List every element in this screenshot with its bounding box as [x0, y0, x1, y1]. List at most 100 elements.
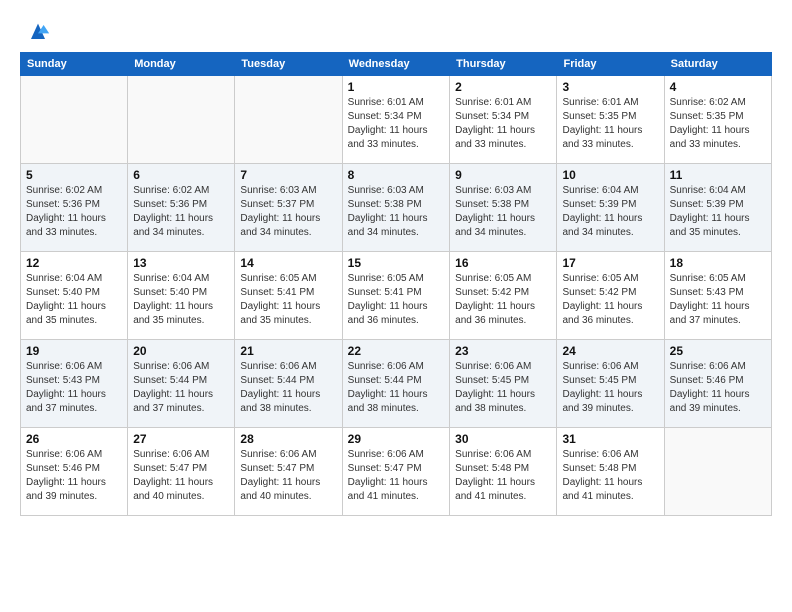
calendar-day-cell: 20 Sunrise: 6:06 AMSunset: 5:44 PMDayligh…: [128, 340, 235, 428]
weekday-header-sunday: Sunday: [21, 53, 128, 76]
calendar-day-cell: 9 Sunrise: 6:03 AMSunset: 5:38 PMDaylight…: [450, 164, 557, 252]
day-info: Sunrise: 6:06 AMSunset: 5:43 PMDaylight:…: [26, 360, 122, 416]
weekday-header-friday: Friday: [557, 53, 664, 76]
calendar-day-cell: [664, 428, 771, 516]
day-info: Sunrise: 6:04 AMSunset: 5:40 PMDaylight:…: [26, 272, 122, 328]
day-number: 14: [240, 256, 336, 270]
day-info: Sunrise: 6:06 AMSunset: 5:48 PMDaylight:…: [562, 448, 658, 504]
calendar-day-cell: [235, 76, 342, 164]
weekday-header-wednesday: Wednesday: [342, 53, 450, 76]
logo: [20, 18, 52, 46]
day-number: 27: [133, 432, 229, 446]
day-number: 3: [562, 80, 658, 94]
calendar-day-cell: 12 Sunrise: 6:04 AMSunset: 5:40 PMDayligh…: [21, 252, 128, 340]
day-info: Sunrise: 6:06 AMSunset: 5:46 PMDaylight:…: [26, 448, 122, 504]
day-info: Sunrise: 6:06 AMSunset: 5:47 PMDaylight:…: [133, 448, 229, 504]
day-info: Sunrise: 6:06 AMSunset: 5:44 PMDaylight:…: [348, 360, 445, 416]
calendar-day-cell: 30 Sunrise: 6:06 AMSunset: 5:48 PMDayligh…: [450, 428, 557, 516]
calendar-day-cell: 31 Sunrise: 6:06 AMSunset: 5:48 PMDayligh…: [557, 428, 664, 516]
day-number: 5: [26, 168, 122, 182]
weekday-header-monday: Monday: [128, 53, 235, 76]
calendar-day-cell: 28Sunrise: 6:06 AMSunset: 5:47 PMDayligh…: [235, 428, 342, 516]
weekday-header-tuesday: Tuesday: [235, 53, 342, 76]
day-info: Sunrise: 6:03 AMSunset: 5:38 PMDaylight:…: [348, 184, 445, 240]
day-number: 20: [133, 344, 229, 358]
day-number: 11: [670, 168, 766, 182]
day-number: 25: [670, 344, 766, 358]
calendar-week-row: 5 Sunrise: 6:02 AMSunset: 5:36 PMDaylight…: [21, 164, 772, 252]
day-info: Sunrise: 6:06 AMSunset: 5:47 PMDaylight:…: [348, 448, 445, 504]
calendar-day-cell: [128, 76, 235, 164]
day-number: 30: [455, 432, 551, 446]
calendar-day-cell: 2 Sunrise: 6:01 AMSunset: 5:34 PMDaylight…: [450, 76, 557, 164]
day-info: Sunrise: 6:03 AMSunset: 5:38 PMDaylight:…: [455, 184, 551, 240]
calendar-day-cell: 24Sunrise: 6:06 AMSunset: 5:45 PMDayligh…: [557, 340, 664, 428]
calendar-day-cell: 6 Sunrise: 6:02 AMSunset: 5:36 PMDaylight…: [128, 164, 235, 252]
page-container: SundayMondayTuesdayWednesdayThursdayFrid…: [0, 0, 792, 526]
day-info: Sunrise: 6:06 AMSunset: 5:45 PMDaylight:…: [455, 360, 551, 416]
day-info: Sunrise: 6:05 AMSunset: 5:41 PMDaylight:…: [348, 272, 445, 328]
day-number: 12: [26, 256, 122, 270]
calendar-week-row: 1Sunrise: 6:01 AMSunset: 5:34 PMDaylight…: [21, 76, 772, 164]
day-info: Sunrise: 6:06 AMSunset: 5:48 PMDaylight:…: [455, 448, 551, 504]
calendar-day-cell: 10Sunrise: 6:04 AMSunset: 5:39 PMDayligh…: [557, 164, 664, 252]
day-number: 19: [26, 344, 122, 358]
calendar-day-cell: 23Sunrise: 6:06 AMSunset: 5:45 PMDayligh…: [450, 340, 557, 428]
day-number: 15: [348, 256, 445, 270]
day-info: Sunrise: 6:02 AMSunset: 5:36 PMDaylight:…: [26, 184, 122, 240]
calendar-day-cell: 21 Sunrise: 6:06 AMSunset: 5:44 PMDayligh…: [235, 340, 342, 428]
day-info: Sunrise: 6:06 AMSunset: 5:46 PMDaylight:…: [670, 360, 766, 416]
day-info: Sunrise: 6:02 AMSunset: 5:35 PMDaylight:…: [670, 96, 766, 152]
day-number: 8: [348, 168, 445, 182]
day-number: 4: [670, 80, 766, 94]
day-info: Sunrise: 6:04 AMSunset: 5:40 PMDaylight:…: [133, 272, 229, 328]
calendar-week-row: 26Sunrise: 6:06 AMSunset: 5:46 PMDayligh…: [21, 428, 772, 516]
day-info: Sunrise: 6:06 AMSunset: 5:44 PMDaylight:…: [240, 360, 336, 416]
day-number: 16: [455, 256, 551, 270]
calendar-day-cell: 19 Sunrise: 6:06 AMSunset: 5:43 PMDayligh…: [21, 340, 128, 428]
day-number: 17: [562, 256, 658, 270]
day-number: 2: [455, 80, 551, 94]
day-info: Sunrise: 6:01 AMSunset: 5:34 PMDaylight:…: [348, 96, 445, 152]
calendar-day-cell: 18Sunrise: 6:05 AMSunset: 5:43 PMDayligh…: [664, 252, 771, 340]
calendar-day-cell: 22Sunrise: 6:06 AMSunset: 5:44 PMDayligh…: [342, 340, 450, 428]
header: [20, 18, 772, 46]
day-info: Sunrise: 6:06 AMSunset: 5:44 PMDaylight:…: [133, 360, 229, 416]
day-info: Sunrise: 6:05 AMSunset: 5:41 PMDaylight:…: [240, 272, 336, 328]
day-number: 9: [455, 168, 551, 182]
day-number: 13: [133, 256, 229, 270]
day-info: Sunrise: 6:02 AMSunset: 5:36 PMDaylight:…: [133, 184, 229, 240]
calendar-day-cell: 27 Sunrise: 6:06 AMSunset: 5:47 PMDayligh…: [128, 428, 235, 516]
calendar-day-cell: 14 Sunrise: 6:05 AMSunset: 5:41 PMDayligh…: [235, 252, 342, 340]
calendar-day-cell: 8 Sunrise: 6:03 AMSunset: 5:38 PMDaylight…: [342, 164, 450, 252]
day-number: 6: [133, 168, 229, 182]
day-info: Sunrise: 6:01 AMSunset: 5:34 PMDaylight:…: [455, 96, 551, 152]
calendar-day-cell: 15 Sunrise: 6:05 AMSunset: 5:41 PMDayligh…: [342, 252, 450, 340]
day-number: 31: [562, 432, 658, 446]
day-info: Sunrise: 6:05 AMSunset: 5:43 PMDaylight:…: [670, 272, 766, 328]
day-number: 21: [240, 344, 336, 358]
calendar-week-row: 12 Sunrise: 6:04 AMSunset: 5:40 PMDayligh…: [21, 252, 772, 340]
calendar-day-cell: 16Sunrise: 6:05 AMSunset: 5:42 PMDayligh…: [450, 252, 557, 340]
day-info: Sunrise: 6:01 AMSunset: 5:35 PMDaylight:…: [562, 96, 658, 152]
calendar-day-cell: 17 Sunrise: 6:05 AMSunset: 5:42 PMDayligh…: [557, 252, 664, 340]
calendar-day-cell: 11 Sunrise: 6:04 AMSunset: 5:39 PMDayligh…: [664, 164, 771, 252]
calendar-day-cell: [21, 76, 128, 164]
day-info: Sunrise: 6:03 AMSunset: 5:37 PMDaylight:…: [240, 184, 336, 240]
calendar-day-cell: 26Sunrise: 6:06 AMSunset: 5:46 PMDayligh…: [21, 428, 128, 516]
weekday-header-saturday: Saturday: [664, 53, 771, 76]
day-number: 29: [348, 432, 445, 446]
day-number: 28: [240, 432, 336, 446]
calendar-day-cell: 13 Sunrise: 6:04 AMSunset: 5:40 PMDayligh…: [128, 252, 235, 340]
day-info: Sunrise: 6:04 AMSunset: 5:39 PMDaylight:…: [670, 184, 766, 240]
calendar-day-cell: 7 Sunrise: 6:03 AMSunset: 5:37 PMDaylight…: [235, 164, 342, 252]
calendar-day-cell: 3 Sunrise: 6:01 AMSunset: 5:35 PMDaylight…: [557, 76, 664, 164]
day-info: Sunrise: 6:04 AMSunset: 5:39 PMDaylight:…: [562, 184, 658, 240]
day-info: Sunrise: 6:05 AMSunset: 5:42 PMDaylight:…: [562, 272, 658, 328]
calendar-table: SundayMondayTuesdayWednesdayThursdayFrid…: [20, 52, 772, 516]
calendar-day-cell: 29 Sunrise: 6:06 AMSunset: 5:47 PMDayligh…: [342, 428, 450, 516]
day-number: 7: [240, 168, 336, 182]
calendar-day-cell: 25 Sunrise: 6:06 AMSunset: 5:46 PMDayligh…: [664, 340, 771, 428]
calendar-day-cell: 4 Sunrise: 6:02 AMSunset: 5:35 PMDaylight…: [664, 76, 771, 164]
weekday-header-thursday: Thursday: [450, 53, 557, 76]
